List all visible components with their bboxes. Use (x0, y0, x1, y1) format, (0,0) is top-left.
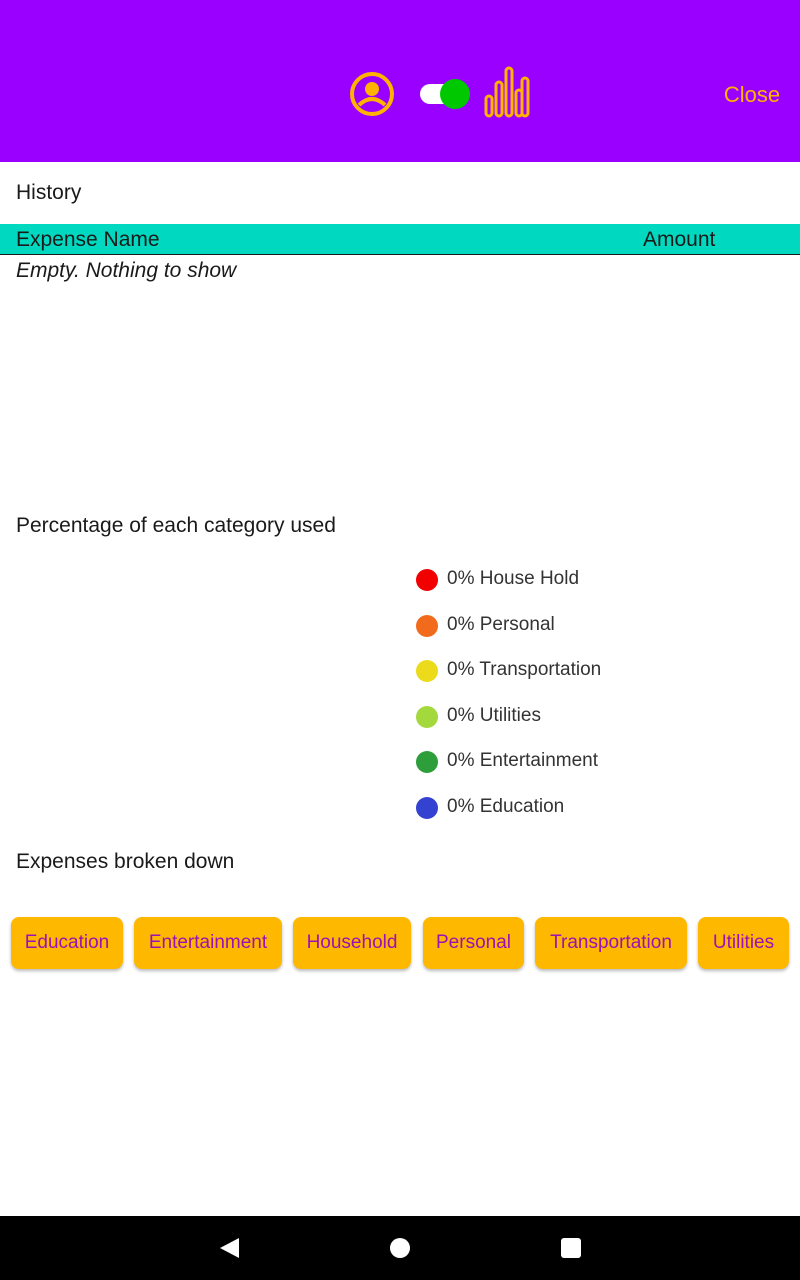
system-nav-bar (0, 1216, 800, 1280)
legend-item: 0% Transportation (416, 657, 716, 703)
legend-dot (416, 751, 438, 774)
history-heading: History (16, 181, 82, 204)
bar-chart-icon[interactable] (482, 66, 532, 120)
column-header-expense-name: Expense Name (16, 228, 160, 251)
legend-dot (416, 660, 438, 683)
column-header-amount: Amount (643, 228, 716, 251)
legend-dot (416, 569, 438, 591)
history-empty-message: Empty. Nothing to show (16, 259, 237, 282)
entertainment-button[interactable]: Entertainment (134, 917, 282, 969)
legend-item: 0% House Hold (416, 566, 716, 612)
legend-label: 0% Entertainment (447, 750, 599, 772)
utilities-button[interactable]: Utilities (698, 917, 789, 969)
category-legend: 0% House Hold 0% Personal 0% Transportat… (416, 566, 716, 840)
legend-item: 0% Education (416, 794, 716, 840)
back-icon[interactable] (218, 1236, 242, 1260)
legend-item: 0% Utilities (416, 703, 716, 749)
education-button[interactable]: Education (11, 917, 123, 969)
app-bar: Close (0, 0, 800, 162)
history-table-header: Expense Name Amount (0, 224, 800, 255)
legend-label: 0% Personal (447, 613, 555, 635)
legend-item: 0% Entertainment (416, 748, 716, 794)
breakdown-heading: Expenses broken down (16, 850, 235, 873)
legend-dot (416, 705, 438, 728)
recents-icon[interactable] (561, 1238, 581, 1258)
legend-dot (416, 796, 438, 819)
transportation-button[interactable]: Transportation (535, 917, 687, 969)
home-icon[interactable] (390, 1238, 410, 1258)
personal-button[interactable]: Personal (423, 917, 524, 969)
category-button-row: Education Entertainment Household Person… (11, 917, 800, 969)
account-circle-icon[interactable] (348, 70, 396, 118)
legend-item: 0% Personal (416, 612, 716, 658)
legend-label: 0% Transportation (447, 659, 602, 681)
close-button[interactable]: Close (712, 78, 792, 112)
toggle-thumb (440, 79, 470, 109)
legend-label: 0% House Hold (447, 568, 580, 589)
legend-label: 0% Utilities (447, 704, 541, 726)
legend-dot (416, 614, 438, 637)
legend-label: 0% Education (447, 795, 565, 817)
percentage-heading: Percentage of each category used (16, 514, 336, 537)
household-button[interactable]: Household (293, 917, 411, 969)
mode-toggle[interactable] (418, 78, 474, 110)
